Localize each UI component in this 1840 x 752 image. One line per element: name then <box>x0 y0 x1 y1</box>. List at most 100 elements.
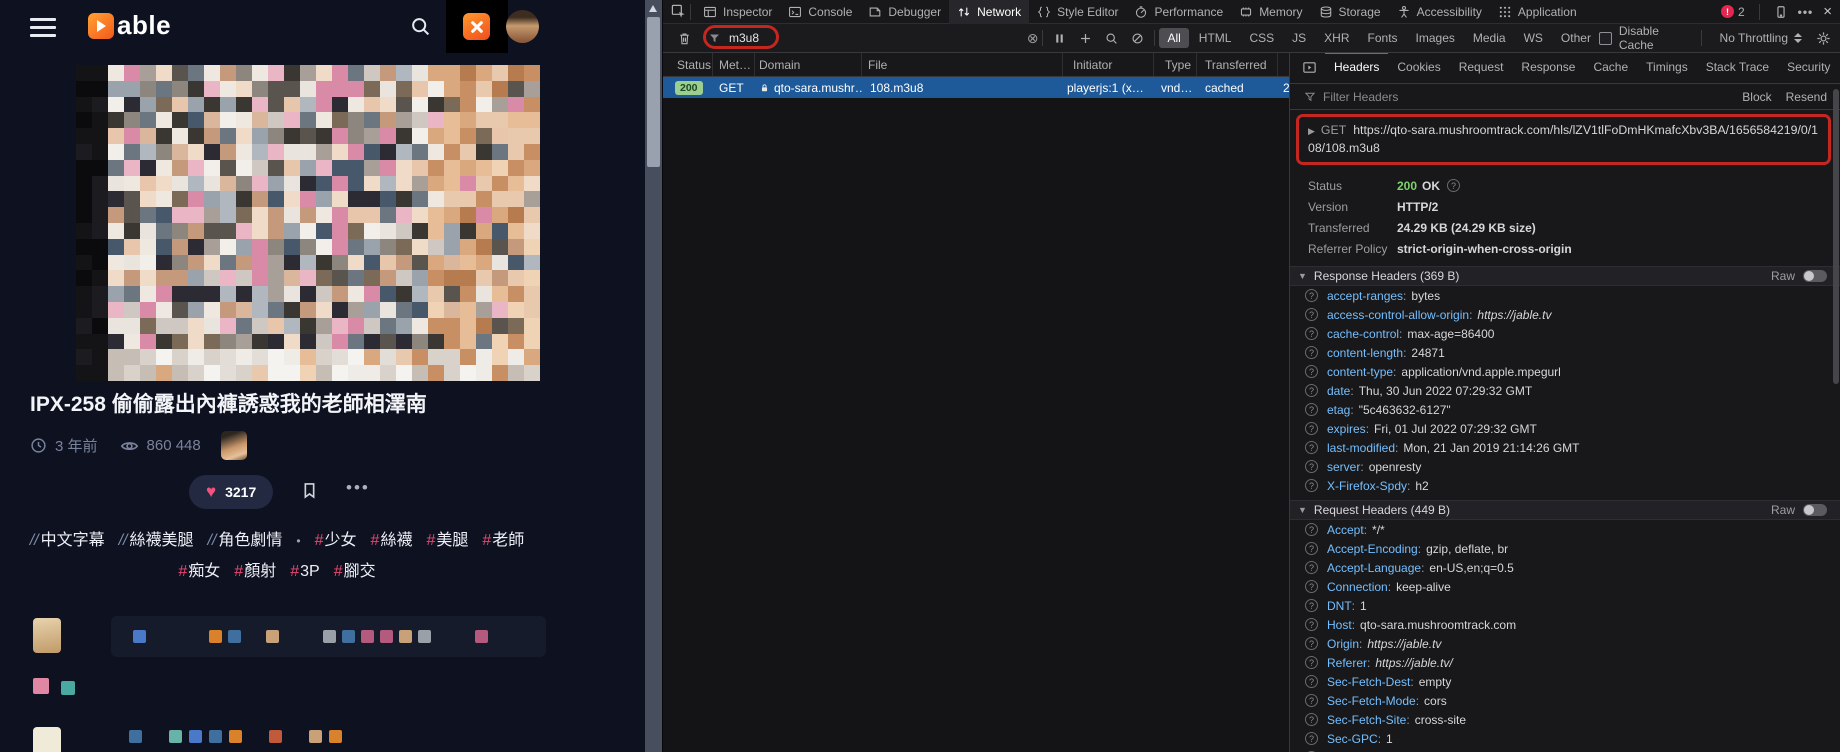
question-icon[interactable]: ? <box>1305 327 1318 340</box>
detail-tab-response[interactable]: Response <box>1512 53 1584 83</box>
tag-link[interactable]: //角色劇情 <box>208 532 283 549</box>
detail-tab-request[interactable]: Request <box>1450 53 1513 83</box>
tag-link[interactable]: #絲襪 <box>371 532 413 549</box>
raw-toggle[interactable] <box>1803 504 1827 516</box>
header-name[interactable]: Sec-Fetch-Mode <box>1327 694 1416 708</box>
question-icon[interactable]: ? <box>1305 618 1318 631</box>
question-icon[interactable]: ? <box>1447 179 1460 192</box>
header-name[interactable]: Sec-Fetch-Dest <box>1327 675 1410 689</box>
split-panel-icon[interactable] <box>1290 60 1325 83</box>
header-name[interactable]: expires <box>1327 422 1366 436</box>
question-icon[interactable]: ? <box>1305 580 1318 593</box>
extension-icon[interactable] <box>463 13 490 40</box>
scrollbar-thumb[interactable] <box>647 17 660 167</box>
header-name[interactable]: Host <box>1327 618 1352 632</box>
devtools-tab-application[interactable]: Application <box>1490 0 1585 24</box>
search-requests-icon[interactable] <box>1105 32 1118 45</box>
new-request-icon[interactable] <box>1079 32 1092 45</box>
question-icon[interactable]: ? <box>1305 441 1318 454</box>
type-filter-html[interactable]: HTML <box>1191 28 1240 48</box>
header-name[interactable]: etag <box>1327 403 1350 417</box>
question-icon[interactable]: ? <box>1305 694 1318 707</box>
question-icon[interactable]: ? <box>1305 713 1318 726</box>
question-icon[interactable]: ? <box>1305 542 1318 555</box>
type-filter-fonts[interactable]: Fonts <box>1360 28 1406 48</box>
checkbox-icon[interactable] <box>1599 32 1612 45</box>
devtools-tab-debugger[interactable]: Debugger <box>860 0 949 24</box>
column-header-domain[interactable]: Domain <box>755 53 862 76</box>
scroll-up-arrow-icon[interactable] <box>649 5 657 12</box>
header-name[interactable]: Sec-Fetch-Site <box>1327 713 1406 727</box>
tag-link[interactable]: //絲襪美腿 <box>119 532 194 549</box>
devtools-tab-storage[interactable]: Storage <box>1311 0 1389 24</box>
meatball-menu-icon[interactable]: ••• <box>1798 5 1814 19</box>
search-icon[interactable] <box>410 16 431 37</box>
question-icon[interactable]: ? <box>1305 308 1318 321</box>
question-icon[interactable]: ? <box>1305 523 1318 536</box>
type-filter-css[interactable]: CSS <box>1241 28 1282 48</box>
question-icon[interactable]: ? <box>1305 732 1318 745</box>
devtools-tab-inspector[interactable]: Inspector <box>695 0 780 24</box>
block-button[interactable]: Block <box>1742 90 1771 104</box>
detail-tab-cookies[interactable]: Cookies <box>1388 53 1449 83</box>
question-icon[interactable]: ? <box>1305 289 1318 302</box>
devtools-tab-network[interactable]: Network <box>949 0 1029 24</box>
pause-traffic-icon[interactable] <box>1053 32 1066 45</box>
request-url-line[interactable]: ▶GEThttps://qto-sara.mushroomtrack.com/h… <box>1296 114 1831 165</box>
detail-tab-headers[interactable]: Headers <box>1325 53 1388 83</box>
column-header-initiator[interactable]: Initiator <box>1063 53 1154 76</box>
type-filter-xhr[interactable]: XHR <box>1316 28 1357 48</box>
comment-avatar[interactable] <box>33 727 61 752</box>
header-name[interactable]: Accept <box>1327 523 1364 537</box>
tag-link[interactable]: #3P <box>290 563 319 580</box>
devtools-tab-memory[interactable]: Memory <box>1231 0 1310 24</box>
comment-avatar[interactable] <box>33 618 61 653</box>
error-count-badge[interactable]: !2 <box>1721 5 1745 19</box>
header-name[interactable]: cache-control <box>1327 327 1399 341</box>
request-headers-section[interactable]: ▼ Request Headers (449 B) Raw <box>1290 500 1840 520</box>
request-blocking-icon[interactable] <box>1131 32 1144 45</box>
tag-link[interactable]: #痴女 <box>178 563 220 580</box>
disable-cache-checkbox[interactable]: Disable Cache <box>1599 24 1697 52</box>
clear-requests-icon[interactable] <box>677 31 692 46</box>
raw-toggle[interactable] <box>1803 270 1827 282</box>
detail-tab-security[interactable]: Security <box>1778 53 1839 83</box>
hamburger-menu-icon[interactable] <box>30 18 56 42</box>
question-icon[interactable]: ? <box>1305 656 1318 669</box>
header-name[interactable]: Accept-Encoding <box>1327 542 1418 556</box>
page-scrollbar[interactable] <box>645 0 662 752</box>
pick-element-icon[interactable] <box>671 4 686 19</box>
tag-link[interactable]: #老師 <box>482 532 524 549</box>
collapse-triangle-icon[interactable]: ▼ <box>1298 271 1307 281</box>
devtools-tab-style-editor[interactable]: Style Editor <box>1029 0 1126 24</box>
devtools-tab-accessibility[interactable]: Accessibility <box>1389 0 1490 24</box>
question-icon[interactable]: ? <box>1305 403 1318 416</box>
tag-link[interactable]: //中文字幕 <box>30 532 105 549</box>
devtools-tab-performance[interactable]: Performance <box>1126 0 1231 24</box>
column-header-met[interactable]: Met… <box>713 53 755 76</box>
url-filter-input[interactable]: m3u8 ⊗ <box>708 30 1038 47</box>
network-settings-gear-icon[interactable] <box>1816 31 1831 46</box>
question-icon[interactable]: ? <box>1305 346 1318 359</box>
header-name[interactable]: content-type <box>1327 365 1393 379</box>
resend-button[interactable]: Resend <box>1786 90 1827 104</box>
type-filter-images[interactable]: Images <box>1408 28 1463 48</box>
tag-link[interactable]: #顏射 <box>234 563 276 580</box>
request-row[interactable]: 200 GET qto-sara.mushr… 108.m3u8 playerj… <box>663 77 1290 98</box>
user-avatar[interactable] <box>506 10 539 43</box>
more-options-icon[interactable]: ••• <box>346 478 370 498</box>
header-name[interactable]: X-Firefox-Spdy <box>1327 479 1407 493</box>
question-icon[interactable]: ? <box>1305 422 1318 435</box>
question-icon[interactable]: ? <box>1305 479 1318 492</box>
detail-tab-timings[interactable]: Timings <box>1637 53 1697 83</box>
question-icon[interactable]: ? <box>1305 599 1318 612</box>
bookmark-icon[interactable] <box>300 481 319 500</box>
tag-link[interactable]: #美腿 <box>426 532 468 549</box>
header-name[interactable]: content-length <box>1327 346 1403 360</box>
header-name[interactable]: Origin <box>1327 637 1359 651</box>
site-logo[interactable]: able <box>88 10 171 41</box>
clear-filter-icon[interactable]: ⊗ <box>1027 30 1039 47</box>
question-icon[interactable]: ? <box>1305 384 1318 397</box>
column-header-transferred[interactable]: Transferred <box>1197 53 1278 76</box>
tag-link[interactable]: #少女 <box>315 532 357 549</box>
